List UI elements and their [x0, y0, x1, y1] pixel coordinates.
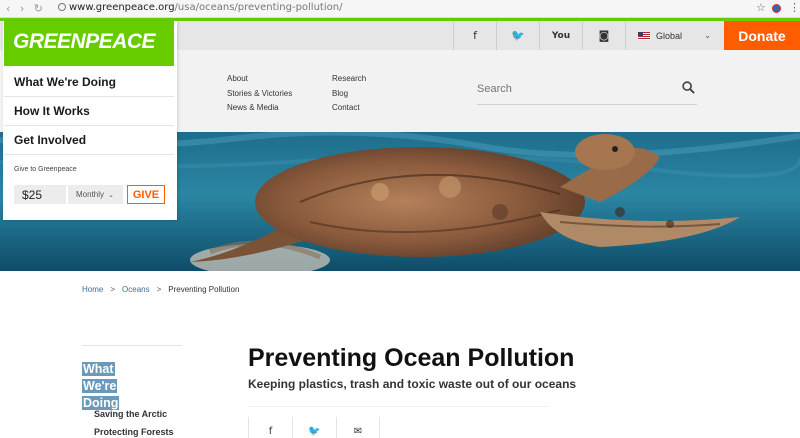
nav-link-about[interactable]: About — [227, 72, 292, 87]
header-nav-col-2: Research Blog Contact — [332, 72, 366, 116]
breadcrumb-separator: > — [110, 285, 116, 294]
donation-label: Give to Greenpeace — [14, 166, 77, 173]
extension-icon[interactable] — [772, 4, 781, 13]
search-icon[interactable] — [682, 81, 695, 94]
sidebar-link-saving-the-arctic[interactable]: Saving the Arctic — [94, 409, 167, 419]
sidebar-divider — [82, 345, 182, 346]
bookmark-star-icon[interactable]: ☆ — [756, 1, 766, 14]
breadcrumb: Home > Oceans > Preventing Pollution — [82, 285, 239, 294]
page-title: Preventing Ocean Pollution — [248, 344, 575, 372]
give-button[interactable]: GIVE — [127, 185, 165, 204]
share-email-icon[interactable]: ✉ — [336, 417, 380, 438]
browser-toolbar: ‹ › ↻ www.greenpeace.org/usa/oceans/prev… — [0, 0, 800, 18]
us-flag-icon — [638, 31, 650, 40]
search-input[interactable] — [477, 77, 657, 101]
donation-amount-input[interactable] — [14, 185, 66, 204]
search-bar — [477, 77, 697, 105]
share-facebook-icon[interactable]: f — [248, 417, 292, 438]
region-selector[interactable]: Global ⌄ — [625, 21, 723, 50]
menu-item-get-involved[interactable]: Get Involved — [4, 126, 174, 155]
menu-item-how-it-works[interactable]: How It Works — [4, 97, 174, 126]
sidebar-link-protecting-forests[interactable]: Protecting Forests — [94, 427, 174, 437]
twitter-icon[interactable]: 🐦 — [496, 21, 539, 50]
article-divider — [248, 406, 548, 407]
browser-menu-icon[interactable]: ⋮ — [789, 1, 800, 14]
donation-frequency-select[interactable]: Monthly ⌄ — [68, 185, 123, 204]
donate-button[interactable]: Donate — [724, 21, 800, 50]
nav-link-news-media[interactable]: News & Media — [227, 101, 292, 116]
frequency-value: Monthly — [76, 190, 105, 199]
breadcrumb-current: Preventing Pollution — [168, 285, 240, 294]
url-host: www.greenpeace.org — [69, 2, 175, 13]
header-nav-col-1: About Stories & Victories News & Media — [227, 72, 292, 116]
sidebar-heading-text: What We're Doing — [82, 362, 120, 410]
breadcrumb-home[interactable]: Home — [82, 285, 103, 294]
nav-link-blog[interactable]: Blog — [332, 87, 366, 102]
region-label: Global — [656, 30, 683, 41]
menu-item-what-were-doing[interactable]: What We're Doing — [4, 68, 174, 97]
chevron-down-icon: ⌄ — [108, 191, 114, 199]
chevron-down-icon: ⌄ — [704, 31, 711, 40]
greenpeace-logo[interactable]: GREENPEACE — [4, 21, 174, 66]
breadcrumb-separator: > — [156, 285, 162, 294]
breadcrumb-oceans[interactable]: Oceans — [122, 285, 150, 294]
address-bar[interactable]: www.greenpeace.org/usa/oceans/preventing… — [58, 2, 342, 13]
url-path: /usa/oceans/preventing-pollution/ — [174, 2, 343, 13]
facebook-icon[interactable]: f — [453, 21, 496, 50]
browser-nav-buttons[interactable]: ‹ › ↻ — [6, 2, 46, 15]
nav-link-research[interactable]: Research — [332, 72, 366, 87]
nav-link-stories-victories[interactable]: Stories & Victories — [227, 87, 292, 102]
page-subtitle: Keeping plastics, trash and toxic waste … — [248, 377, 577, 391]
site-info-icon[interactable] — [58, 3, 66, 11]
logo-text: GREENPEACE — [13, 30, 156, 53]
youtube-icon[interactable]: You — [539, 21, 582, 50]
share-twitter-icon[interactable]: 🐦 — [292, 417, 336, 438]
sidebar-heading[interactable]: What We're Doing — [82, 361, 150, 412]
nav-link-contact[interactable]: Contact — [332, 101, 366, 116]
instagram-icon[interactable]: ◙ — [582, 21, 625, 50]
